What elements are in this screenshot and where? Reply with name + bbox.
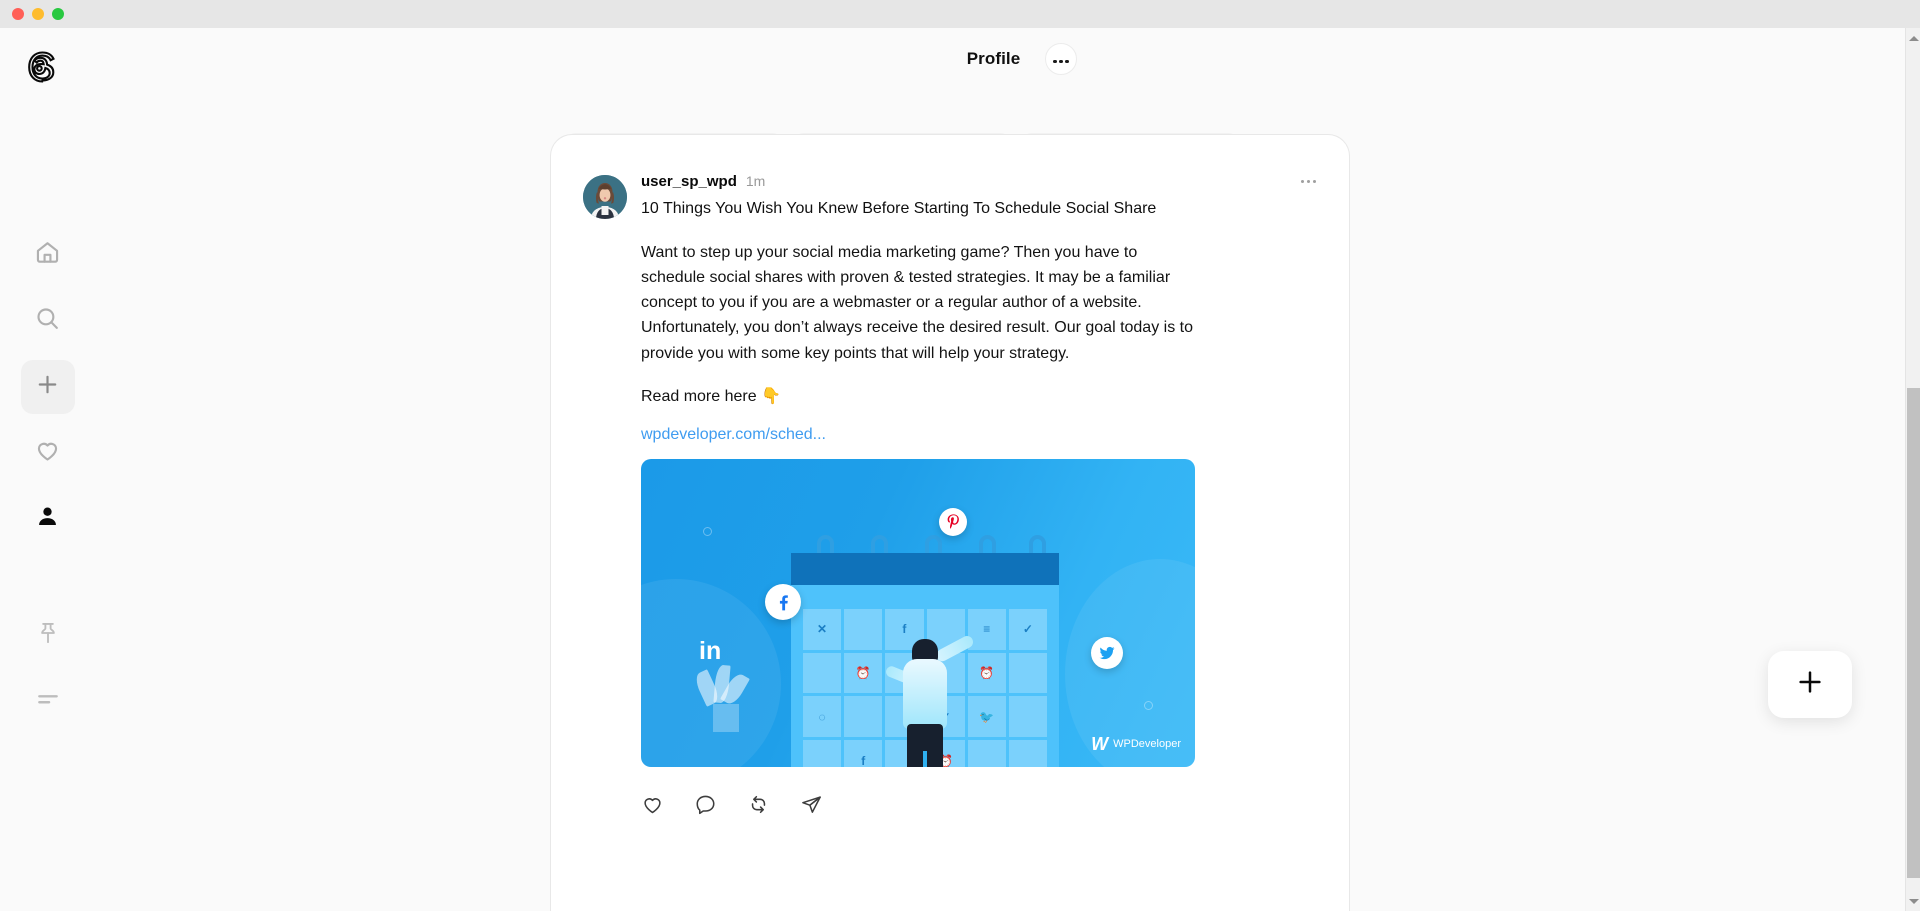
sidebar-nav — [0, 228, 95, 558]
person-icon — [35, 504, 60, 534]
post-text: Want to step up your social media market… — [641, 243, 1193, 362]
page-header: Profile — [95, 28, 1892, 90]
pointing-down-emoji: 👇 — [761, 387, 781, 405]
sidebar-bottom-nav — [0, 608, 95, 740]
reply-button[interactable] — [694, 793, 717, 816]
post: user_sp_wpd 1m 10 Things You Wish You Kn… — [551, 135, 1349, 834]
plus-icon — [35, 372, 60, 402]
sidebar-item-home[interactable] — [21, 228, 75, 282]
calendar-cell — [803, 740, 842, 767]
wpdeveloper-text: WPDeveloper — [1113, 738, 1181, 751]
traffic-lights — [12, 8, 64, 20]
decorative-ring — [1144, 700, 1153, 710]
twitter-icon — [1091, 636, 1123, 669]
sidebar-item-profile[interactable] — [21, 492, 75, 546]
hamburger-icon — [35, 686, 61, 717]
post-actions — [641, 793, 1317, 834]
heart-icon — [34, 437, 61, 469]
search-icon — [34, 305, 61, 337]
post-username[interactable]: user_sp_wpd — [641, 173, 737, 190]
like-button[interactable] — [641, 793, 664, 816]
calendar-cell: ⏰ — [967, 652, 1006, 694]
post-read-more: Read more here 👇 — [641, 386, 1317, 406]
compose-fab-button[interactable] — [1768, 651, 1852, 718]
sidebar-item-create[interactable] — [20, 360, 75, 414]
window-titlebar — [0, 0, 1920, 28]
threads-logo-icon[interactable] — [25, 50, 59, 84]
calendar-header — [791, 552, 1059, 585]
sidebar-item-menu[interactable] — [21, 674, 75, 728]
calendar-cell: ✕ — [803, 608, 842, 650]
calendar-cell — [844, 696, 883, 738]
decorative-blob — [641, 578, 781, 767]
share-button[interactable] — [800, 793, 823, 816]
page-title: Profile — [966, 49, 1021, 68]
post-header: user_sp_wpd 1m — [641, 173, 1317, 190]
sidebar-item-search[interactable] — [21, 294, 75, 348]
plant-pot — [713, 703, 739, 732]
calendar-cell — [1008, 740, 1047, 767]
post-body: user_sp_wpd 1m 10 Things You Wish You Kn… — [641, 173, 1317, 444]
plus-icon — [1795, 667, 1825, 702]
facebook-icon — [765, 583, 801, 620]
comment-icon — [694, 795, 717, 820]
calendar-cell: ≡ — [967, 608, 1006, 650]
scroll-up-button[interactable] — [1906, 30, 1920, 46]
post-timestamp: 1m — [745, 173, 766, 189]
avatar[interactable] — [583, 175, 627, 219]
maximize-button[interactable] — [52, 8, 64, 20]
scroll-down-button[interactable] — [1906, 893, 1920, 909]
calendar-cell: f — [844, 740, 883, 767]
pinterest-icon — [939, 507, 967, 536]
read-more-label: Read more here — [641, 387, 757, 405]
home-icon — [34, 239, 61, 271]
post-card: user_sp_wpd 1m 10 Things You Wish You Kn… — [550, 134, 1350, 911]
wpdeveloper-mark: W — [1091, 733, 1109, 754]
post-menu-button[interactable] — [1300, 179, 1317, 183]
linkedin-label: in — [699, 636, 722, 665]
send-icon — [800, 796, 823, 820]
pin-icon — [35, 620, 61, 651]
sidebar-item-activity[interactable] — [21, 426, 75, 480]
calendar-cell — [803, 652, 842, 694]
post-image[interactable]: ✕ f ≡ ✓ ⏰ ⏰ ◌ ✓ 🐦 — [641, 458, 1195, 767]
repost-button[interactable] — [747, 793, 770, 816]
sidebar — [0, 28, 95, 911]
app-window: Profile user_sp_wpd 1m 10 Things You Wis… — [0, 28, 1920, 911]
calendar-cell: ⏰ — [844, 652, 883, 694]
calendar-cell: ◌ — [803, 696, 842, 738]
post-link[interactable]: wpdeveloper.com/sched... — [641, 426, 1317, 444]
post-title: 10 Things You Wish You Knew Before Start… — [641, 200, 1157, 217]
calendar-cell — [1008, 696, 1047, 738]
ellipsis-icon — [1300, 170, 1317, 187]
minimize-button[interactable] — [32, 8, 44, 20]
calendar-cell: ✓ — [1008, 608, 1047, 650]
close-button[interactable] — [12, 8, 24, 20]
header-menu-button[interactable] — [1045, 43, 1077, 75]
decorative-ring — [703, 526, 712, 536]
wpdeveloper-watermark: W WPDeveloper — [1091, 734, 1181, 755]
sidebar-item-pinned[interactable] — [21, 608, 75, 662]
vertical-scrollbar[interactable] — [1905, 28, 1920, 911]
calendar-cell — [1008, 652, 1047, 694]
ellipsis-icon — [1052, 50, 1070, 68]
calendar-cell: 🐦 — [967, 696, 1006, 738]
caret-up-icon — [1908, 35, 1919, 41]
repost-icon — [747, 795, 770, 820]
calendar-cell — [967, 740, 1006, 767]
scrollbar-thumb[interactable] — [1907, 388, 1920, 878]
heart-icon — [641, 798, 664, 820]
calendar-cell — [844, 608, 883, 650]
caret-down-icon — [1908, 898, 1919, 904]
person-leg-gap — [923, 750, 927, 767]
person-body — [903, 658, 947, 729]
